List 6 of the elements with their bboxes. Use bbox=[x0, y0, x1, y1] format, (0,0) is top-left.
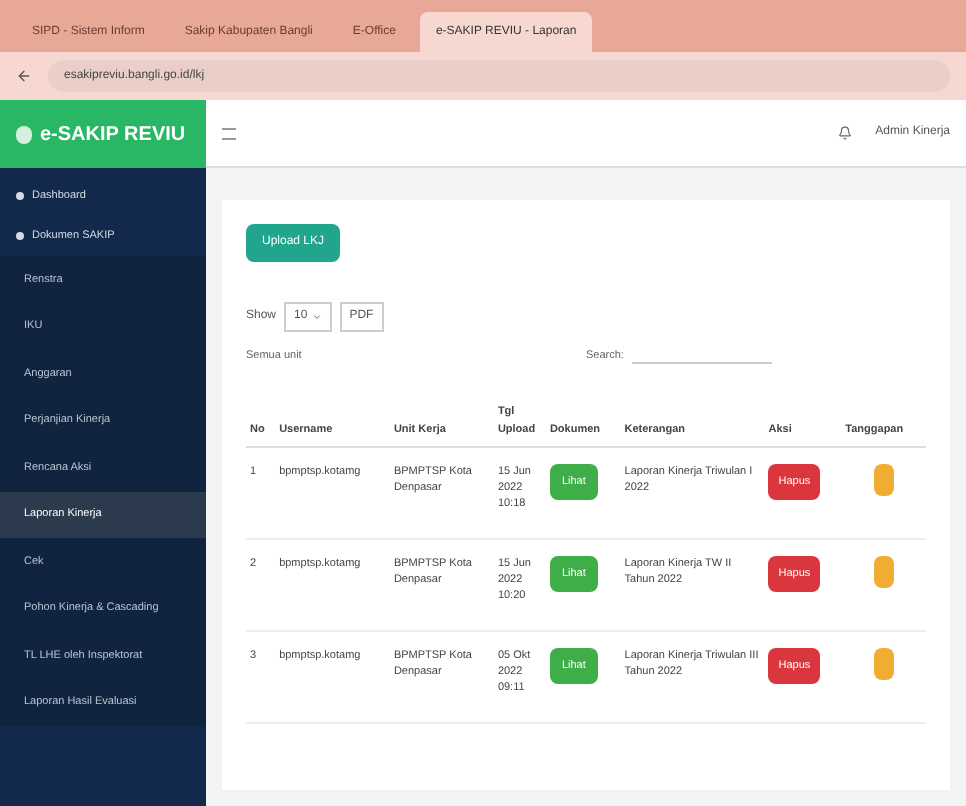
back-icon[interactable] bbox=[16, 68, 32, 84]
logo-text: e-SAKIP REVIU bbox=[40, 121, 186, 149]
chevron-down-icon bbox=[311, 312, 322, 322]
bell-icon[interactable] bbox=[837, 126, 852, 140]
menu-icon[interactable] bbox=[222, 127, 236, 139]
logo-icon bbox=[16, 125, 32, 143]
